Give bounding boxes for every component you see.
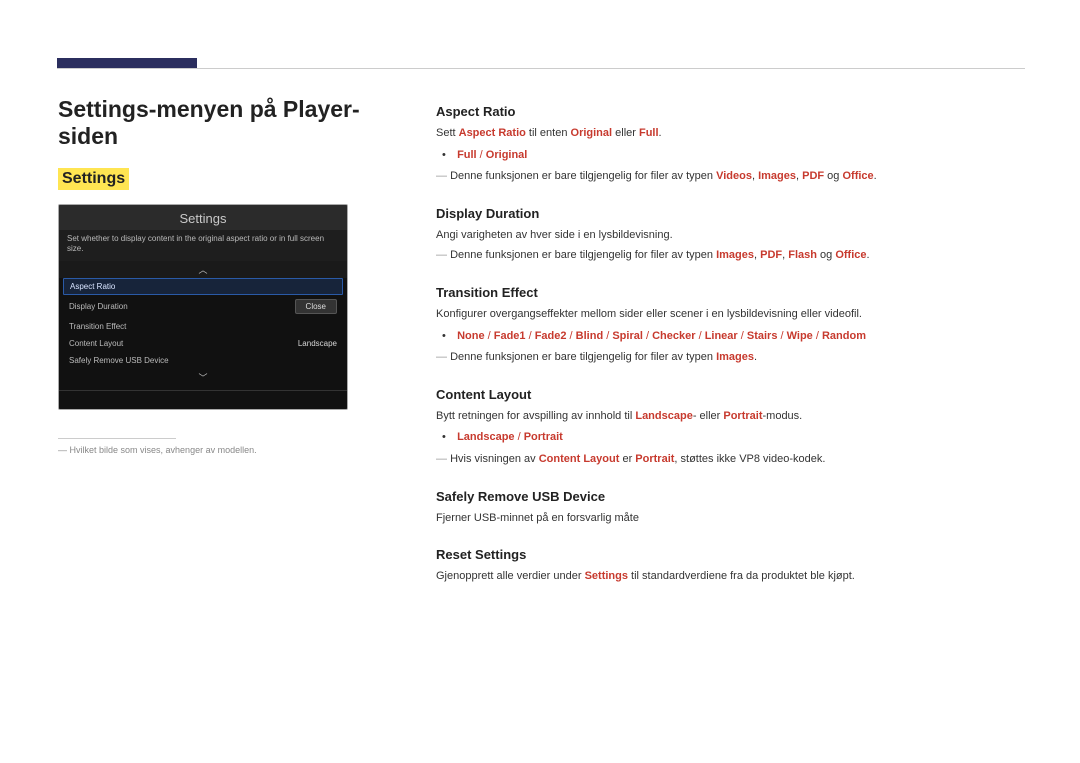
section-heading: Safely Remove USB Device (436, 489, 1022, 504)
panel-list: Aspect Ratio Display Duration Close Tran… (59, 278, 347, 369)
section-heading: Reset Settings (436, 547, 1022, 562)
left-column: Settings-menyen på Player-siden Settings… (58, 96, 398, 606)
panel-row-label: Safely Remove USB Device (69, 356, 169, 365)
panel-description: Set whether to display content in the or… (59, 230, 347, 261)
section-aspect-ratio: Aspect Ratio Sett Aspect Ratio til enten… (436, 104, 1022, 186)
panel-row-label: Aspect Ratio (70, 282, 115, 291)
section-body: Fjerner USB-minnet på en forsvarlig måte (436, 510, 1022, 528)
panel-row-label: Display Duration (69, 302, 128, 311)
section-body: Gjenopprett alle verdier under Settings … (436, 568, 1022, 586)
panel-row-label: Transition Effect (69, 322, 126, 331)
section-body: Bytt retningen for avspilling av innhold… (436, 408, 1022, 426)
caption-rule (58, 438, 176, 439)
section-transition-effect: Transition Effect Konfigurer overgangsef… (436, 285, 1022, 367)
page-title: Settings-menyen på Player-siden (58, 96, 398, 150)
panel-row-display-duration: Display Duration Close (59, 295, 347, 318)
section-note: Denne funksjonen er bare tilgjengelig fo… (436, 168, 1022, 186)
section-note: Denne funksjonen er bare tilgjengelig fo… (436, 349, 1022, 367)
section-note: Hvis visningen av Content Layout er Port… (436, 451, 1022, 469)
panel-filler (59, 391, 347, 409)
section-body: Angi varigheten av hver side i en lysbil… (436, 227, 1022, 245)
header-accent-bar (57, 58, 197, 68)
panel-row-label: Content Layout (69, 339, 123, 348)
scroll-up-icon: ︿ (59, 261, 347, 278)
header-rule (57, 68, 1025, 69)
option-list-item: Full / Original (454, 147, 1022, 165)
panel-row-content-layout: Content Layout Landscape (59, 335, 347, 352)
section-body: Konfigurer overgangseffekter mellom side… (436, 306, 1022, 324)
option-list-item: None / Fade1 / Fade2 / Blind / Spiral / … (454, 328, 1022, 346)
section-reset-settings: Reset Settings Gjenopprett alle verdier … (436, 547, 1022, 586)
scroll-down-icon: ﹀ (59, 369, 347, 391)
image-caption: ― Hvilket bilde som vises, avhenger av m… (58, 445, 398, 455)
right-column: Aspect Ratio Sett Aspect Ratio til enten… (436, 96, 1022, 606)
panel-title: Settings (59, 205, 347, 230)
section-display-duration: Display Duration Angi varigheten av hver… (436, 206, 1022, 265)
section-content-layout: Content Layout Bytt retningen for avspil… (436, 387, 1022, 469)
section-heading: Content Layout (436, 387, 1022, 402)
panel-row-usb: Safely Remove USB Device (59, 352, 347, 369)
page-content: Settings-menyen på Player-siden Settings… (0, 0, 1080, 646)
panel-close-button: Close (295, 299, 337, 314)
option-list-item: Landscape / Portrait (454, 429, 1022, 447)
panel-row-aspect-ratio: Aspect Ratio (63, 278, 343, 295)
section-note: Denne funksjonen er bare tilgjengelig fo… (436, 247, 1022, 265)
panel-row-value: Landscape (298, 339, 337, 348)
section-heading: Aspect Ratio (436, 104, 1022, 119)
section-body: Sett Aspect Ratio til enten Original ell… (436, 125, 1022, 143)
section-heading: Transition Effect (436, 285, 1022, 300)
section-safely-remove-usb: Safely Remove USB Device Fjerner USB-min… (436, 489, 1022, 528)
settings-panel-screenshot: Settings Set whether to display content … (58, 204, 348, 410)
section-highlight-settings: Settings (58, 168, 129, 190)
panel-row-transition: Transition Effect (59, 318, 347, 335)
section-heading: Display Duration (436, 206, 1022, 221)
